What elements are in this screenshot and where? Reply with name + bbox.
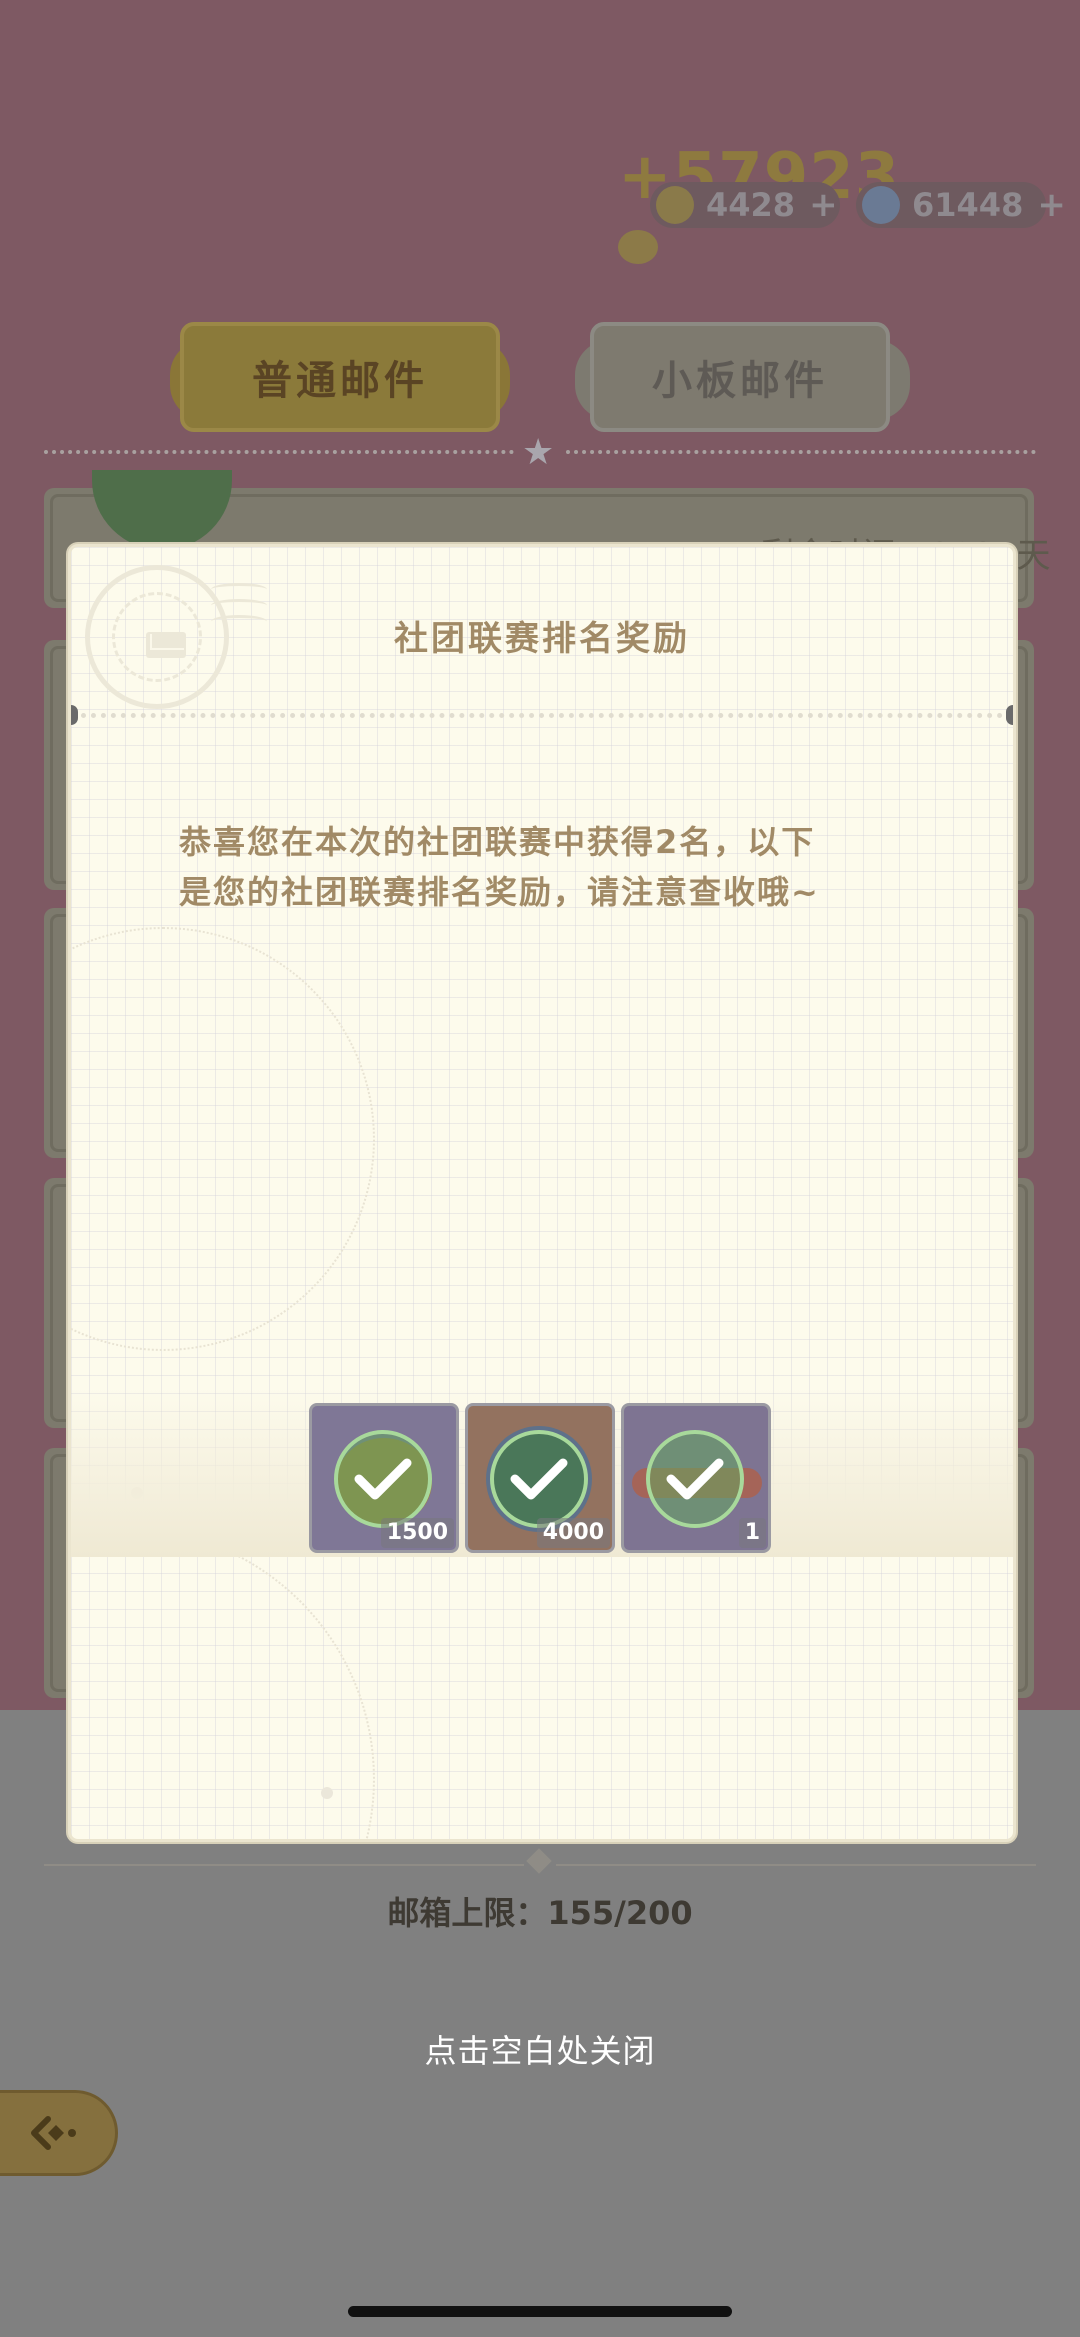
gem-value: 61448	[912, 186, 1024, 224]
gold-coin-icon	[656, 186, 694, 224]
tap-blank-to-close-hint[interactable]: 点击空白处关闭	[0, 2026, 1080, 2072]
divider	[556, 1864, 1036, 1866]
postmark-wave	[211, 583, 267, 596]
reward-quantity: 4000	[536, 1518, 610, 1548]
modal-body-text: 恭喜您在本次的社团联赛中获得2名，以下 是您的社团联赛排名奖励，请注意查收哦~	[179, 823, 820, 911]
divider	[566, 450, 1036, 454]
divider	[44, 450, 514, 454]
home-indicator[interactable]	[348, 2306, 732, 2317]
notch	[71, 705, 78, 725]
reward-quantity: 1500	[380, 1518, 454, 1548]
reward-item[interactable]: 1	[621, 1403, 771, 1553]
gold-currency[interactable]: 4428 +	[650, 182, 840, 228]
gem-icon	[862, 186, 900, 224]
gold-value: 4428	[706, 186, 796, 224]
decoration	[71, 927, 375, 1351]
check-icon	[490, 1430, 588, 1528]
reward-item[interactable]: 1500	[309, 1403, 459, 1553]
back-arrow-icon	[31, 2116, 76, 2150]
reward-quantity: 1	[738, 1518, 766, 1548]
reward-item[interactable]: 4000	[465, 1403, 615, 1553]
divider	[44, 1864, 524, 1866]
decoration	[321, 1787, 333, 1799]
check-icon	[646, 1430, 744, 1528]
star-icon: ★	[522, 432, 555, 473]
add-gold-button[interactable]: +	[809, 185, 838, 225]
modal-title: 社团联赛排名奖励	[394, 619, 690, 659]
tab-small-mail[interactable]: 小板邮件	[590, 322, 890, 432]
reward-mail-modal: 社团联赛排名奖励 恭喜您在本次的社团联赛中获得2名，以下 是您的社团联赛排名奖励…	[68, 544, 1016, 1842]
perforated-divider	[81, 713, 1003, 718]
back-button[interactable]	[0, 2090, 118, 2176]
mailbox-limit: 邮箱上限：155/200	[387, 1894, 693, 1932]
check-icon	[334, 1430, 432, 1528]
gem-currency[interactable]: 61448 +	[856, 182, 1066, 228]
coin-pile-icon	[618, 230, 658, 264]
add-gem-button[interactable]: +	[1037, 185, 1066, 225]
notch	[1006, 705, 1013, 725]
tab-normal-mail[interactable]: 普通邮件	[180, 322, 500, 432]
